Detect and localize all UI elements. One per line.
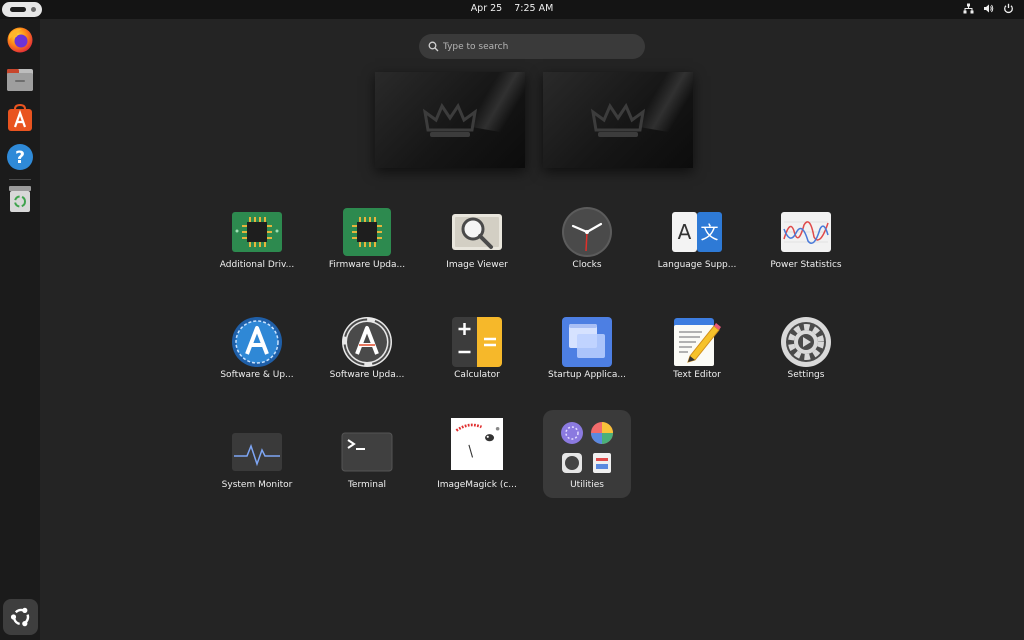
app-label: Firmware Upda... xyxy=(328,260,406,270)
app-text-editor[interactable]: Text Editor xyxy=(648,310,746,398)
app-label: Language Supp... xyxy=(657,260,737,270)
app-center-icon xyxy=(8,104,32,131)
gear-icon xyxy=(781,317,831,367)
imagemagick-icon xyxy=(451,418,503,470)
app-label: Software Upda... xyxy=(329,370,405,380)
software-icon xyxy=(232,317,282,367)
crown-logo-icon xyxy=(422,102,478,137)
app-additional-drivers[interactable]: Additional Driv... xyxy=(208,200,306,288)
show-apps-button[interactable] xyxy=(3,599,38,635)
app-label: System Monitor xyxy=(221,480,293,490)
folder-icon xyxy=(561,422,613,473)
date-label: Apr 25 xyxy=(470,3,503,14)
firefox-icon xyxy=(7,27,33,53)
app-label: Startup Applica... xyxy=(548,370,626,380)
app-software-and-updates[interactable]: Software & Up... xyxy=(208,310,306,398)
svg-text:文: 文 xyxy=(701,223,719,244)
app-image-viewer[interactable]: Image Viewer xyxy=(428,200,526,288)
date-time[interactable]: Apr 25 7:25 AM xyxy=(0,3,1024,14)
crown-logo-icon xyxy=(590,102,646,137)
app-label: Calculator xyxy=(454,370,500,380)
app-label: Image Viewer xyxy=(446,260,508,270)
search-bar[interactable] xyxy=(419,34,645,59)
volume-icon[interactable] xyxy=(983,3,994,14)
app-clocks[interactable]: Clocks xyxy=(538,200,636,288)
graph-icon xyxy=(781,212,831,252)
app-label: Settings xyxy=(787,370,825,380)
app-system-monitor[interactable]: System Monitor xyxy=(208,410,306,498)
terminal-icon xyxy=(341,432,393,472)
software-update-icon xyxy=(342,317,392,367)
app-label: Power Statistics xyxy=(770,260,842,270)
search-icon xyxy=(428,41,439,52)
top-bar: Apr 25 7:25 AM xyxy=(0,0,1024,19)
files-icon xyxy=(7,69,33,91)
trash-icon xyxy=(9,186,31,212)
app-settings[interactable]: Settings xyxy=(757,310,855,398)
chip-icon xyxy=(232,212,282,252)
text-editor-icon xyxy=(674,318,721,366)
calculator-icon xyxy=(452,317,502,367)
app-firmware-updater[interactable]: Firmware Upda... xyxy=(318,200,416,288)
startup-icon xyxy=(562,317,612,367)
magnifier-icon xyxy=(452,214,502,250)
system-tray[interactable] xyxy=(963,3,1014,14)
app-terminal[interactable]: Terminal xyxy=(318,410,416,498)
power-icon[interactable] xyxy=(1003,3,1014,14)
app-folder-utilities[interactable]: Utilities xyxy=(543,410,631,498)
language-icon: A 文 xyxy=(672,212,722,252)
chip-icon xyxy=(343,208,391,256)
time-label: 7:25 AM xyxy=(514,3,554,14)
app-label: Software & Up... xyxy=(220,370,294,380)
workspace-thumbnail-2[interactable] xyxy=(543,72,693,168)
app-label: Text Editor xyxy=(673,370,721,380)
svg-text:A: A xyxy=(678,220,692,244)
dock: ? xyxy=(0,19,40,640)
dock-item-trash[interactable] xyxy=(4,183,36,215)
help-icon: ? xyxy=(7,144,33,170)
app-language-support[interactable]: A 文 Language Supp... xyxy=(648,200,746,288)
search-input[interactable] xyxy=(443,37,638,56)
app-label: ImageMagick (c... xyxy=(437,480,517,490)
app-label: Utilities xyxy=(570,480,604,490)
ubuntu-logo-icon xyxy=(10,607,29,627)
workspace-thumbnail-1[interactable] xyxy=(375,72,525,168)
app-software-updater[interactable]: Software Upda... xyxy=(318,310,416,398)
app-power-statistics[interactable]: Power Statistics xyxy=(757,200,855,288)
app-label: Terminal xyxy=(347,480,387,490)
folder-preview xyxy=(559,420,615,476)
svg-text:?: ? xyxy=(15,148,25,168)
app-startup-applications[interactable]: Startup Applica... xyxy=(538,310,636,398)
clock-icon xyxy=(562,207,612,257)
app-calculator[interactable]: Calculator xyxy=(428,310,526,398)
dock-item-help[interactable]: ? xyxy=(4,141,36,173)
dock-item-files[interactable] xyxy=(4,63,36,95)
dock-item-app-center[interactable] xyxy=(4,102,36,134)
app-imagemagick[interactable]: ImageMagick (c... xyxy=(428,410,526,498)
app-label: Clocks xyxy=(572,260,602,270)
dock-item-firefox[interactable] xyxy=(4,24,36,56)
app-label: Additional Driv... xyxy=(219,260,295,270)
dock-separator xyxy=(9,179,31,180)
network-icon[interactable] xyxy=(963,3,974,14)
monitor-icon xyxy=(232,433,282,471)
